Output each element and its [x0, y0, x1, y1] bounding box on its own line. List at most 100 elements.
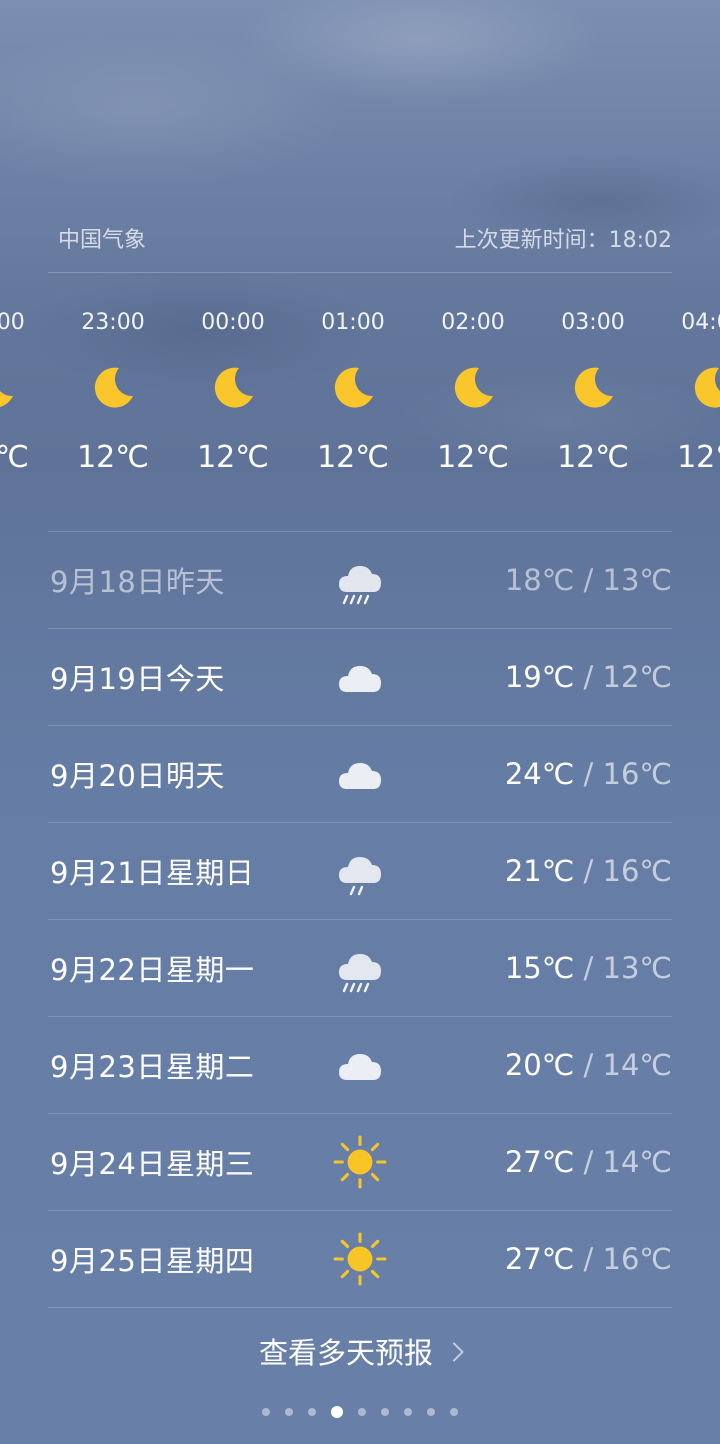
cloud-icon	[332, 746, 388, 802]
cloud-icon	[332, 649, 388, 705]
day-low-temp: 13℃	[602, 563, 672, 597]
more-forecast-label: 查看多天预报	[258, 1336, 433, 1370]
daily-forecast-row[interactable]: 9月24日星期三 27℃ / 14℃	[48, 1114, 672, 1211]
hourly-item: 22:00 12℃	[0, 300, 53, 486]
day-date: 9月25日星期四	[50, 1244, 255, 1278]
page-indicator	[0, 1406, 720, 1418]
temp-separator: /	[583, 1048, 594, 1082]
page-dot-active	[331, 1406, 343, 1418]
heavy-rain-icon	[332, 552, 388, 608]
day-low-temp: 16℃	[602, 1242, 672, 1276]
temp-separator: /	[583, 563, 594, 597]
hour-time: 03:00	[561, 310, 625, 335]
sun-icon	[332, 1231, 388, 1287]
moon-icon	[0, 346, 53, 430]
hour-temp: 12℃	[437, 440, 509, 475]
day-temp-range: 19℃ / 12℃	[505, 660, 672, 694]
page-dot	[262, 1408, 270, 1416]
day-temp-range: 20℃ / 14℃	[505, 1048, 672, 1082]
daily-forecast-list: 9月18日昨天 18℃ / 13℃ 9月19日今天 19℃ / 12℃ 9月20日明天 2…	[48, 531, 672, 1308]
hour-temp: 12℃	[197, 440, 269, 475]
page-dot	[450, 1408, 458, 1416]
day-low-temp: 13℃	[602, 951, 672, 985]
day-temp-range: 21℃ / 16℃	[505, 854, 672, 888]
hour-time: 23:00	[81, 310, 145, 335]
hourly-item: 23:00 12℃	[53, 300, 173, 486]
page-dot	[308, 1408, 316, 1416]
hour-time: 22:00	[0, 310, 25, 335]
day-low-temp: 12℃	[602, 660, 672, 694]
temp-separator: /	[583, 1242, 594, 1276]
hour-temp: 12℃	[677, 440, 720, 475]
page-dot	[358, 1408, 366, 1416]
update-time-text: 上次更新时间：18:02	[455, 222, 672, 254]
day-low-temp: 16℃	[602, 854, 672, 888]
temp-separator: /	[583, 660, 594, 694]
day-high-temp: 27℃	[504, 1145, 575, 1179]
day-low-temp: 14℃	[602, 1048, 672, 1082]
daily-forecast-row[interactable]: 9月19日今天 19℃ / 12℃	[48, 629, 672, 726]
temp-separator: /	[583, 1145, 594, 1179]
day-temp-range: 18℃ / 13℃	[505, 563, 672, 597]
daily-forecast-row[interactable]: 9月22日星期一 15℃ / 13℃	[48, 920, 672, 1017]
day-temp-range: 27℃ / 14℃	[505, 1145, 672, 1179]
day-date: 9月23日星期二	[50, 1050, 255, 1084]
moon-icon	[53, 346, 173, 430]
daily-forecast-row[interactable]: 9月21日星期日 21℃ / 16℃	[48, 823, 672, 920]
moon-icon	[653, 346, 720, 430]
day-high-temp: 20℃	[504, 1048, 575, 1082]
moon-icon	[293, 346, 413, 430]
sun-icon	[332, 1134, 388, 1190]
daily-forecast-row[interactable]: 9月25日星期四 27℃ / 16℃	[48, 1211, 672, 1308]
day-low-temp: 14℃	[602, 1145, 672, 1179]
daily-forecast-row[interactable]: 9月23日星期二 20℃ / 14℃	[48, 1017, 672, 1114]
daily-forecast-row[interactable]: 9月18日昨天 18℃ / 13℃	[48, 532, 672, 629]
hourly-item: 01:00 12℃	[293, 300, 413, 486]
day-date: 9月24日星期三	[50, 1147, 255, 1181]
hourly-item: 03:00 12℃	[533, 300, 653, 486]
hour-time: 00:00	[201, 310, 265, 335]
hour-time: 04:00	[681, 310, 720, 335]
hour-temp: 12℃	[0, 440, 29, 475]
day-date: 9月22日星期一	[50, 953, 255, 987]
moon-icon	[173, 346, 293, 430]
day-temp-range: 24℃ / 16℃	[505, 757, 672, 791]
hourly-item: 04:00 12℃	[653, 300, 720, 486]
temp-separator: /	[583, 854, 594, 888]
light-rain-icon	[332, 843, 388, 899]
moon-icon	[413, 346, 533, 430]
more-forecast-button[interactable]: 查看多天预报	[0, 1330, 720, 1372]
temp-separator: /	[583, 951, 594, 985]
hour-temp: 12℃	[77, 440, 149, 475]
day-high-temp: 15℃	[504, 951, 575, 985]
hour-time: 01:00	[321, 310, 385, 335]
day-high-temp: 18℃	[504, 563, 575, 597]
hour-temp: 12℃	[557, 440, 629, 475]
day-date: 9月19日今天	[50, 662, 225, 696]
page-dot	[381, 1408, 389, 1416]
day-date: 9月20日明天	[50, 759, 225, 793]
page-dot	[427, 1408, 435, 1416]
page-dot	[285, 1408, 293, 1416]
day-high-temp: 24℃	[504, 757, 575, 791]
day-temp-range: 15℃ / 13℃	[505, 951, 672, 985]
hourly-forecast-strip[interactable]: 22:00 12℃ 23:00 12℃ 00:00 12℃ 01:00 12℃ 02:00 12℃…	[0, 300, 720, 510]
hour-time: 02:00	[441, 310, 505, 335]
hourly-item: 00:00 12℃	[173, 300, 293, 486]
chevron-right-icon	[444, 1342, 464, 1362]
daily-forecast-row[interactable]: 9月20日明天 24℃ / 16℃	[48, 726, 672, 823]
hour-temp: 12℃	[317, 440, 389, 475]
day-low-temp: 16℃	[602, 757, 672, 791]
day-high-temp: 21℃	[504, 854, 575, 888]
day-date: 9月18日昨天	[50, 565, 225, 599]
cloud-icon	[332, 1037, 388, 1093]
temp-separator: /	[583, 757, 594, 791]
page-dot	[404, 1408, 412, 1416]
day-temp-range: 27℃ / 16℃	[505, 1242, 672, 1276]
hourly-item: 02:00 12℃	[413, 300, 533, 486]
update-time-label: 上次更新时间：	[454, 228, 609, 253]
moon-icon	[533, 346, 653, 430]
day-date: 9月21日星期日	[50, 856, 255, 890]
day-high-temp: 19℃	[504, 660, 575, 694]
update-time-value: 18:02	[608, 228, 672, 253]
